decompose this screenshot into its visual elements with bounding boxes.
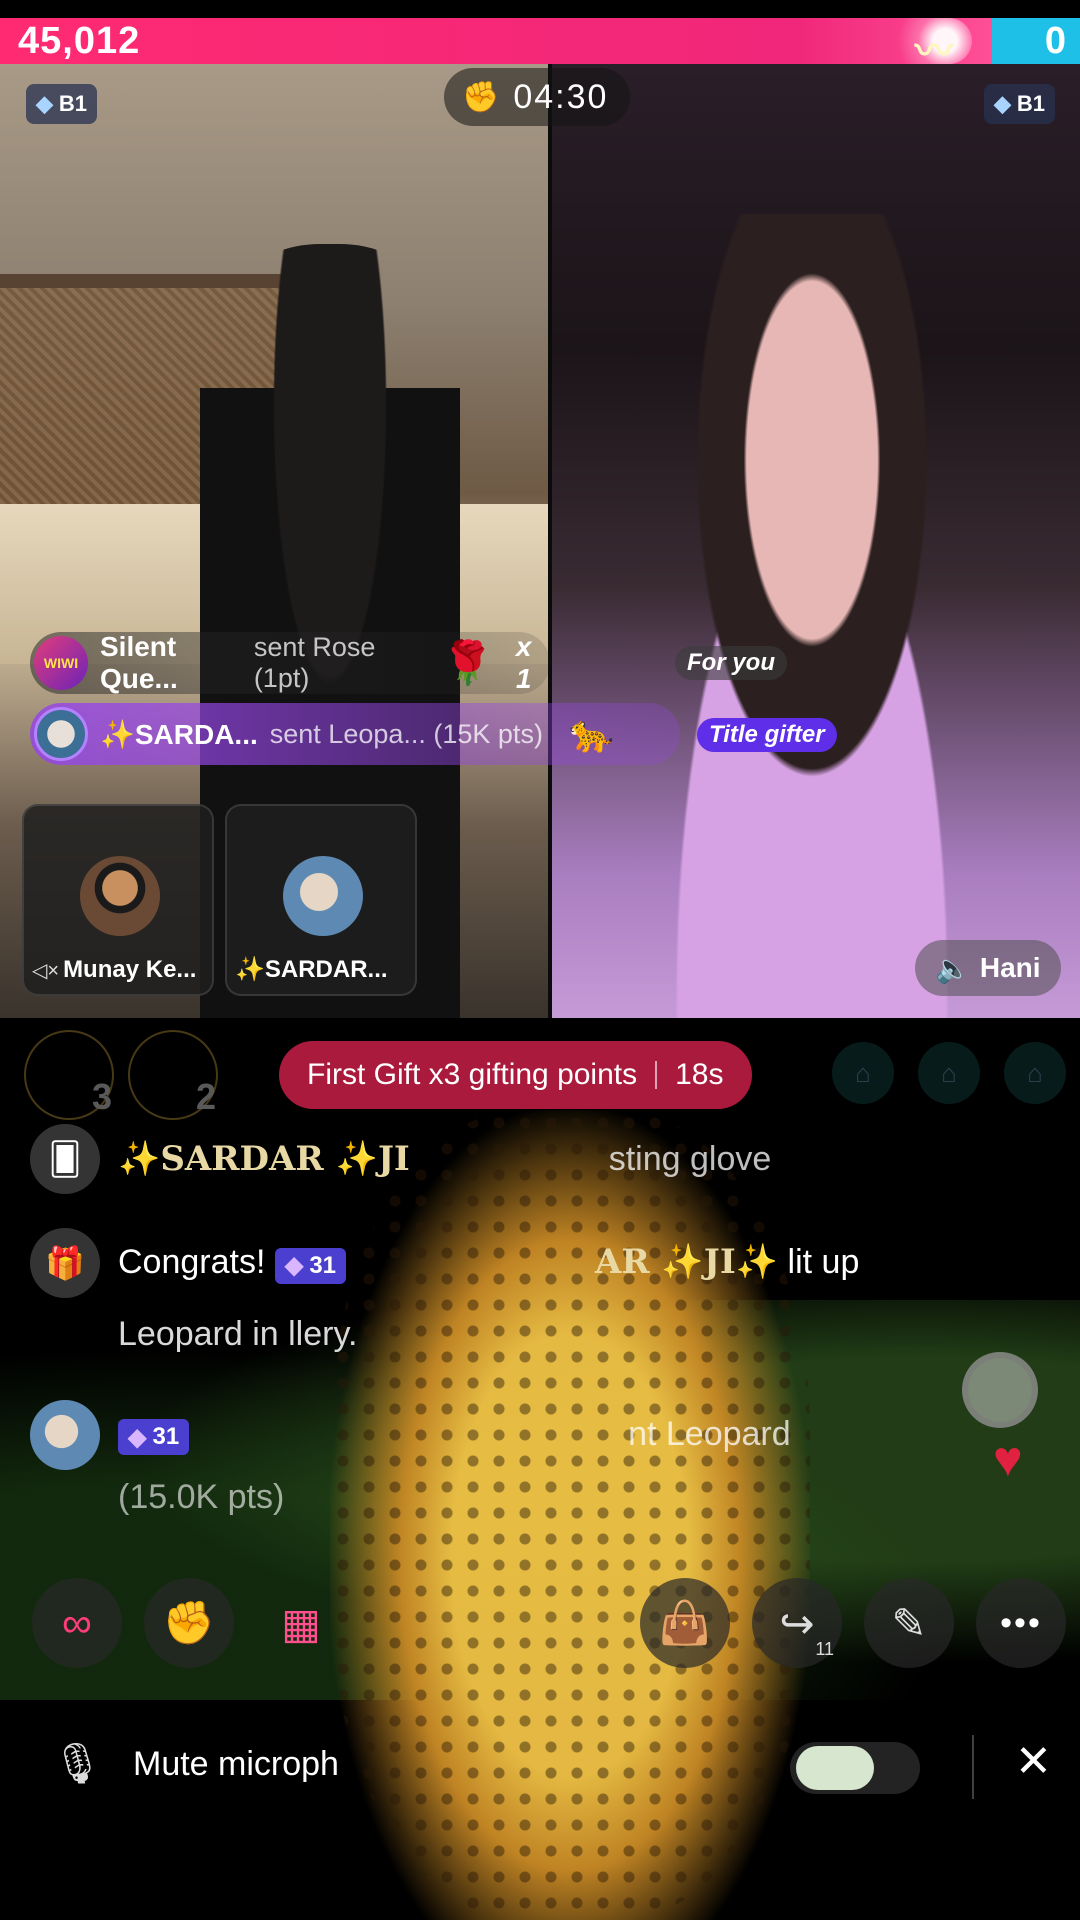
title-gifter-tag: Title gifter bbox=[697, 718, 837, 752]
avatar[interactable] bbox=[30, 1400, 100, 1470]
chat-text: sting glove bbox=[608, 1140, 772, 1178]
share-icon[interactable]: ↪ 11 bbox=[752, 1578, 842, 1668]
divider bbox=[655, 1061, 658, 1089]
gifter-name: Silent Que... bbox=[100, 631, 178, 694]
rank-badge-right[interactable]: ◆ B1 bbox=[984, 84, 1056, 124]
streamer-right bbox=[602, 214, 1022, 1018]
bottom-toolbar: ∞ ✊ ▦ 👜 ↪ 11 ✎ ••• bbox=[0, 1578, 1080, 1668]
rank-badge-left-label: B1 bbox=[58, 91, 88, 116]
for-you-tag: For you bbox=[675, 646, 787, 680]
mic-off-icon[interactable]: 🎙 bbox=[52, 1740, 103, 1787]
host-name-pill[interactable]: 🔈 Hani bbox=[915, 940, 1061, 996]
chat-text-continued: Leopard in llery. bbox=[118, 1315, 358, 1353]
rose-icon: 🌹 bbox=[441, 638, 494, 686]
timer-value: 04:30 bbox=[513, 77, 609, 116]
gift-detail: sent Rose (1pt) bbox=[253, 632, 376, 693]
gifter-name: ✨SARDA... bbox=[100, 718, 258, 750]
gem-icon: ◆ bbox=[994, 91, 1011, 116]
chat-username: AR ✨JI✨ bbox=[594, 1242, 779, 1283]
gift-multiplier: x 1 bbox=[515, 631, 532, 694]
first-gift-countdown: 18s bbox=[675, 1058, 724, 1091]
mute-microphone-label[interactable]: Mute microph bbox=[133, 1745, 339, 1784]
gifter-avatar bbox=[34, 707, 88, 761]
seat-icon[interactable]: ⌂ bbox=[832, 1042, 894, 1104]
top-gifter-avatar[interactable]: 3 bbox=[24, 1030, 114, 1120]
rank-badge-left[interactable]: ◆ B1 bbox=[26, 84, 98, 124]
chat-message: 🎁 Congrats! ◆ 31 AR ✨JI✨ lit up bbox=[30, 1228, 859, 1298]
cards-icon: 🂠 bbox=[30, 1124, 100, 1194]
rank-badge-right-label: B1 bbox=[1016, 91, 1046, 116]
avatar bbox=[283, 856, 363, 936]
score-right: 0 bbox=[992, 18, 1080, 64]
top-gifter-avatar[interactable]: 2 bbox=[128, 1030, 218, 1120]
battle-score-bar: 45,012 〰 0 bbox=[0, 18, 1080, 73]
battle-timer: ✊ 04:30 bbox=[444, 68, 631, 126]
shopping-bag-icon[interactable]: 👜 bbox=[640, 1578, 730, 1668]
chat-message: 🂠 ✨SARDAR ✨JI sting glove bbox=[30, 1124, 771, 1194]
leopard-icon: 🐆 bbox=[568, 713, 614, 754]
chat-text-continued: (15.0K pts) bbox=[118, 1478, 285, 1516]
score-left: 45,012 〰 bbox=[0, 18, 992, 73]
gift-detail: sent Leopa... (15K pts) bbox=[269, 718, 543, 749]
first-gift-banner[interactable]: First Gift x3 gifting points 18s bbox=[279, 1041, 752, 1109]
chat-text: nt Leopard bbox=[628, 1414, 791, 1453]
guest-name: ✨SARDAR... bbox=[235, 956, 388, 983]
more-icon[interactable]: ••• bbox=[976, 1578, 1066, 1668]
apps-icon[interactable]: ▦ bbox=[256, 1578, 346, 1668]
floating-action-button[interactable] bbox=[962, 1352, 1038, 1428]
score-left-value: 45,012 bbox=[18, 19, 141, 62]
chat-message: ◆ 31 nt Leopard bbox=[30, 1400, 791, 1470]
share-count: 11 bbox=[815, 1639, 834, 1659]
guest-name: Munay Ke... bbox=[63, 956, 197, 983]
gem-icon: ◆ bbox=[36, 91, 53, 116]
magic-wand-icon[interactable]: ✎ bbox=[864, 1578, 954, 1668]
chat-prefix: Congrats! bbox=[118, 1243, 266, 1282]
gifter-avatar: WIWI bbox=[34, 636, 88, 690]
gift-icon: 🎁 bbox=[30, 1228, 100, 1298]
seat-icon[interactable]: ⌂ bbox=[1004, 1042, 1066, 1104]
gem-icon: ◆ bbox=[284, 1252, 304, 1280]
speaker-icon: 🔈 bbox=[935, 952, 970, 984]
heart-icon[interactable]: ♥ bbox=[993, 1430, 1023, 1488]
chat-username: ✨SARDAR ✨JI bbox=[118, 1139, 410, 1179]
host-name: Hani bbox=[979, 952, 1041, 983]
chat-text: lit up bbox=[787, 1243, 860, 1282]
divider bbox=[972, 1735, 974, 1799]
gift-banner[interactable]: WIWI Silent Que... sent Rose (1pt) 🌹 x 1 bbox=[30, 631, 550, 694]
muted-speaker-icon: ◁× bbox=[32, 959, 60, 982]
guest-tile[interactable]: ✨SARDAR... bbox=[225, 804, 417, 996]
link-icon[interactable]: ∞ bbox=[32, 1578, 122, 1668]
first-gift-text: First Gift x3 gifting points bbox=[307, 1058, 638, 1091]
avatar bbox=[80, 856, 160, 936]
gem-icon: ◆ bbox=[128, 1423, 147, 1451]
score-right-value: 0 bbox=[1044, 19, 1066, 62]
level-badge: ◆ 31 bbox=[118, 1419, 190, 1456]
boxing-gloves-icon: ✊ bbox=[462, 80, 502, 114]
top-gifters[interactable]: 3 2 bbox=[24, 1030, 218, 1120]
guest-seats[interactable]: ⌂ ⌂ ⌂ bbox=[832, 1042, 1066, 1104]
gift-banner[interactable]: ✨SARDA... sent Leopa... (15K pts) 🐆 bbox=[30, 703, 680, 765]
host-video-right[interactable] bbox=[552, 64, 1080, 1018]
close-icon[interactable]: ✕ bbox=[1015, 1736, 1052, 1787]
seat-icon[interactable]: ⌂ bbox=[918, 1042, 980, 1104]
mute-toggle-knob[interactable] bbox=[796, 1746, 874, 1790]
boxing-gloves-icon[interactable]: ✊ bbox=[144, 1578, 234, 1668]
guest-tile[interactable]: ◁× Munay Ke... bbox=[22, 804, 214, 996]
level-badge: ◆ 31 bbox=[274, 1247, 347, 1284]
